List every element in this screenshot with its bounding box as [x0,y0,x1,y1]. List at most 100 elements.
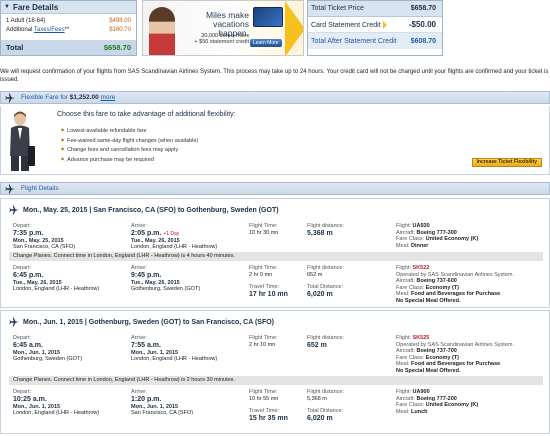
flight-time-label: Flight Time: [249,223,278,229]
outbound-journey: Mon., May. 25, 2015 | San Francisco, CA … [0,198,550,308]
depart-time: 6:45 a.m. [13,341,43,349]
airplane-icon [9,317,19,327]
flight-time: 10 hr 30 mn [249,229,279,236]
fare-class: Economy (T) [425,354,459,361]
total-ticket-price-row: Total Ticket Price $658.70 [308,1,442,17]
flexible-fare-bar[interactable]: Flexible Fare for $1,252.00 more [0,91,550,104]
depart-place: London, England (LHR - Heathrow) [13,410,100,416]
fare-class-label: Fare Class: [396,236,425,242]
arrive-place: Gothenburg, Sweden (GOT) [131,286,201,292]
adult-fare-amount: $498.00 [109,18,131,24]
flexible-fare-panel: Choose this fare to take advantage of ad… [0,106,550,175]
benefit-item: Lowest-available refundable fare [61,126,198,136]
meal-label: Meal: [396,291,410,297]
meal-label: Meal: [396,408,410,415]
flight-number: UA930 [412,223,430,229]
change-planes-notice: Change Planes. Connect time in London, E… [9,376,543,385]
increase-flexibility-button[interactable]: Increase Ticket Flexibility [471,158,542,167]
card-statement-credit-value: -$50.00 [408,20,436,29]
depart-time: 10:25 a.m. [13,395,47,403]
aircraft: Boeing 737-600 [416,278,457,284]
chevron-right-icon [382,20,387,29]
depart-place: San Francisco, CA (SFO) [13,244,76,250]
aircraft: Boeing 737-700 [416,348,457,354]
airplane-icon [9,205,19,215]
arrive-plus-day: +1 Day [163,230,180,237]
return-journey: Mon., Jun. 1, 2015 | Gothenburg, Sweden … [0,310,550,434]
aircraft-label: Aircraft: [396,278,415,284]
outbound-route-header: Mon., May. 25, 2015 | San Francisco, CA … [9,205,279,215]
aircraft: Boeing 777-200 [416,395,457,402]
arrive-time: 7:55 a.m. [131,341,161,349]
learn-more-button[interactable]: Learn More [250,39,282,47]
fare-class: Economy (T) [425,284,459,291]
ad-offer-line-2: + $50 statement credit [194,39,249,45]
aircraft-label: Aircraft: [396,229,415,236]
flight-label: Flight: [396,223,411,229]
benefit-item: Advance purchase may be required [61,155,198,165]
total-distance-label: Total Distance: [307,408,344,414]
travel-time: 15 hr 35 mn [249,414,288,422]
aircraft-label: Aircraft: [396,348,415,354]
flight-time: 2 hr 0 mn [249,271,273,278]
total-after-credit-label: Total After Statement Credit [311,37,397,45]
flight-time: 2 hr 10 mn [249,341,276,348]
adult-fare-row: 1 Adult (18-64) $498.00 [1,17,136,26]
arrive-place: London, England (LHR - Heathrow) [131,244,218,250]
flight-distance-label: Flight distance: [307,389,344,395]
flexible-fare-price: $1,252.00 [69,94,99,101]
arrive-time: 9:45 p.m. [131,271,162,279]
flexible-fare-question: Choose this fare to take advantage of ad… [57,111,236,118]
ad-woman-photo [149,7,175,55]
flight-number: UA900 [412,389,430,395]
credit-card-ad[interactable]: Miles make vacations happen. 30,000 bonu… [142,0,304,56]
flight-distance: 652 m [307,271,323,278]
card-statement-credit-label: Card Statement Credit [311,21,381,29]
flight-details-title: Flight Details [21,185,59,192]
fare-class-label: Fare Class: [396,402,425,408]
additional-label: Additional [6,27,33,33]
flight-time-label: Flight Time: [249,335,278,341]
total-distance: 6,020 m [307,290,333,298]
benefit-item: Change fees and cancellation fees may ap… [61,145,198,155]
flight-number: SK522 [412,265,430,271]
flight-details-bar[interactable]: Flight Details [0,182,550,195]
flight-distance: 5,368 m [307,229,333,237]
taxes-asterisks: ** [64,27,70,33]
arrive-place: London, England (LHR - Heathrow) [131,356,218,362]
credit-card-image [253,7,283,27]
total-after-credit-value: $608.70 [410,37,436,45]
flexible-benefits-list: Lowest-available refundable fare Fee-wai… [61,126,198,164]
flight-distance: 652 m [307,341,327,349]
outbound-route-text: Mon., May. 25, 2015 | San Francisco, CA … [23,206,279,214]
depart-place: London, England (LHR - Heathrow) [13,286,100,292]
meal: Food and Beverages for Purchase [410,361,501,367]
total-ticket-price-value: $658.70 [410,5,436,12]
return-route-header: Mon., Jun. 1, 2015 | Gothenburg, Sweden … [9,317,274,327]
flight-label: Flight: [396,265,411,271]
total-distance-label: Total Distance: [307,284,344,290]
aircraft: Boeing 777-300 [416,229,457,236]
ad-offer-text: 30,000 bonus miles + $50 statement credi… [187,33,249,45]
meal-label: Meal: [396,242,410,249]
flight-distance: 5,368 m [307,395,327,402]
collapse-triangle-icon[interactable]: ▼ [4,4,10,10]
meal-label: Meal: [396,361,410,367]
additional-fees-row: Additional Taxes/Fees** $160.70 [1,26,136,35]
airplane-icon [5,93,15,102]
change-planes-text: Change Planes. Connect time in London, E… [13,377,235,383]
change-planes-text: Change Planes. Connect time in London, E… [13,253,235,259]
business-traveler-photo [10,111,35,171]
taxes-fees-link[interactable]: Taxes/Fees [34,27,65,33]
benefit-item: Fee-waived same-day flight changes (when… [61,136,198,146]
total-distance: 6,020 m [307,414,333,422]
special-meal: No Special Meal Offered. [396,367,461,374]
meal: Food and Beverages for Purchase [410,291,501,297]
fare-details-header[interactable]: ▼ Fare Details [1,1,136,14]
ad-arrow-shape [285,1,303,55]
adult-fare-label: 1 Adult (18-64) [6,18,46,24]
flight-label: Flight: [396,389,411,395]
fare-total-amount: $658.70 [103,43,131,52]
fare-total-label: Total [6,43,24,52]
meal: Dinner [410,242,429,249]
